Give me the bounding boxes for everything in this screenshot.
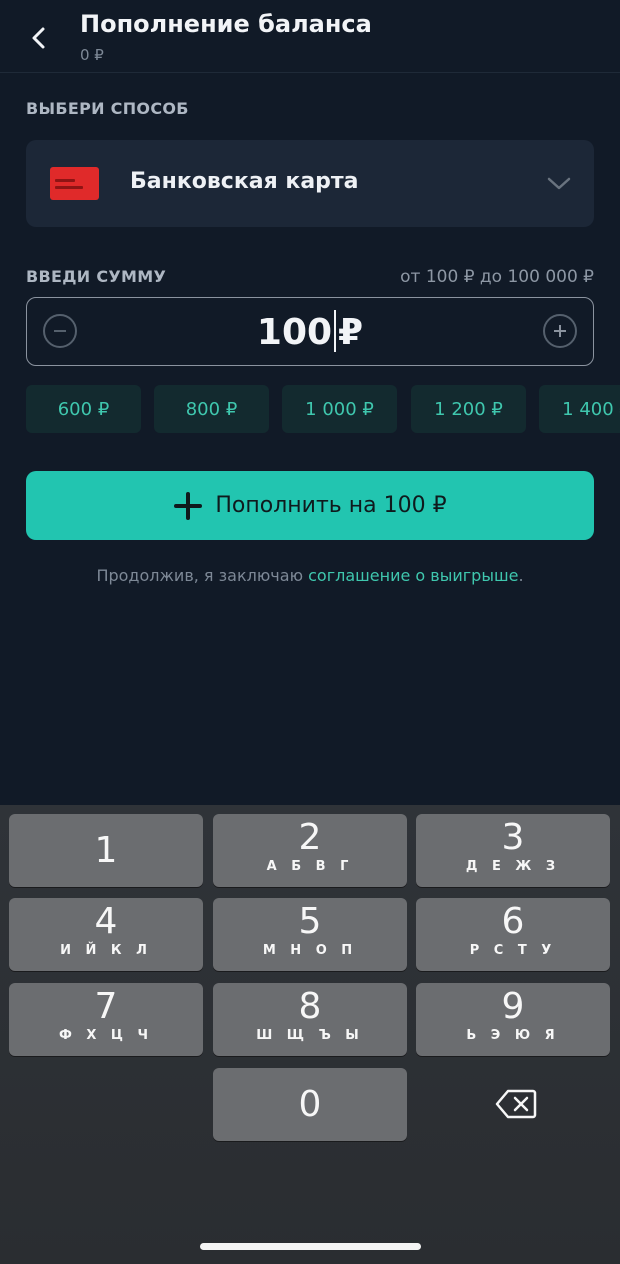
preset-1400[interactable]: 1 400 ₽ — [539, 385, 620, 433]
key-digit: 9 — [501, 986, 525, 1027]
key-4[interactable]: 4 И Й К Л — [9, 898, 203, 971]
terms-suffix: . — [518, 566, 524, 585]
key-digit: 2 — [298, 817, 322, 858]
key-letters: Р С Т У — [469, 943, 557, 958]
key-letters: М Н О П — [262, 943, 358, 958]
terms-text: Продолжив, я заключаю соглашение о выигр… — [0, 566, 620, 585]
backspace-icon[interactable] — [495, 1088, 537, 1120]
key-letters: И Й К Л — [60, 943, 152, 958]
amount-presets: 600 ₽ 800 ₽ 1 000 ₽ 1 200 ₽ 1 400 ₽ — [26, 385, 620, 433]
key-digit: 7 — [94, 986, 118, 1027]
key-digit: 0 — [298, 1084, 322, 1125]
key-letters: Ш Щ Ъ Ы — [256, 1028, 364, 1043]
key-3[interactable]: 3 Д Е Ж З — [416, 814, 610, 887]
amount-input-value: 100 — [256, 312, 333, 353]
key-0[interactable]: 0 — [213, 1068, 407, 1141]
amount-display: 100 ₽ — [27, 310, 593, 353]
preset-1200[interactable]: 1 200 ₽ — [411, 385, 526, 433]
key-digit: 4 — [94, 901, 118, 942]
header: Пополнение баланса 0 ₽ — [0, 0, 620, 73]
terms-link[interactable]: соглашение о выигрыше — [308, 566, 518, 585]
key-letters: А Б В Г — [266, 859, 354, 874]
balance-value: 0 ₽ — [80, 46, 104, 64]
increase-button[interactable] — [543, 314, 577, 348]
text-cursor — [334, 310, 337, 352]
amount-currency: ₽ — [338, 312, 364, 353]
terms-prefix: Продолжив, я заключаю — [96, 566, 309, 585]
key-1[interactable]: 1 — [9, 814, 203, 887]
plus-icon — [174, 491, 203, 520]
preset-800[interactable]: 800 ₽ — [154, 385, 269, 433]
preset-600[interactable]: 600 ₽ — [26, 385, 141, 433]
key-digit: 6 — [501, 901, 525, 942]
amount-range: от 100 ₽ до 100 000 ₽ — [400, 267, 594, 287]
chevron-down-icon — [547, 177, 571, 190]
key-8[interactable]: 8 Ш Щ Ъ Ы — [213, 983, 407, 1056]
page-title: Пополнение баланса — [80, 10, 372, 38]
home-indicator[interactable] — [200, 1243, 421, 1250]
key-7[interactable]: 7 Ф Х Ц Ч — [9, 983, 203, 1056]
key-5[interactable]: 5 М Н О П — [213, 898, 407, 971]
key-digit: 8 — [298, 986, 322, 1027]
key-letters: Д Е Ж З — [465, 859, 561, 874]
preset-1000[interactable]: 1 000 ₽ — [282, 385, 397, 433]
key-letters: Ф Х Ц Ч — [58, 1028, 154, 1043]
key-9[interactable]: 9 Ь Э Ю Я — [416, 983, 610, 1056]
payment-method-label: Банковская карта — [130, 169, 359, 194]
method-section-label: ВЫБЕРИ СПОСОБ — [26, 99, 189, 118]
key-digit: 5 — [298, 901, 322, 942]
amount-field[interactable]: 100 ₽ — [26, 297, 594, 366]
key-2[interactable]: 2 А Б В Г — [213, 814, 407, 887]
key-6[interactable]: 6 Р С Т У — [416, 898, 610, 971]
key-letters: Ь Э Ю Я — [466, 1028, 560, 1043]
key-digit: 3 — [501, 817, 525, 858]
plus-icon — [554, 325, 566, 337]
back-button[interactable] — [22, 20, 58, 56]
bank-card-icon — [50, 167, 99, 200]
back-icon — [32, 27, 45, 49]
amount-section-label: ВВЕДИ СУММУ — [26, 267, 167, 286]
payment-method-select[interactable]: Банковская карта — [26, 140, 594, 227]
topup-button-label: Пополнить на 100 ₽ — [215, 493, 447, 518]
topup-button[interactable]: Пополнить на 100 ₽ — [26, 471, 594, 540]
key-digit: 1 — [94, 830, 118, 871]
